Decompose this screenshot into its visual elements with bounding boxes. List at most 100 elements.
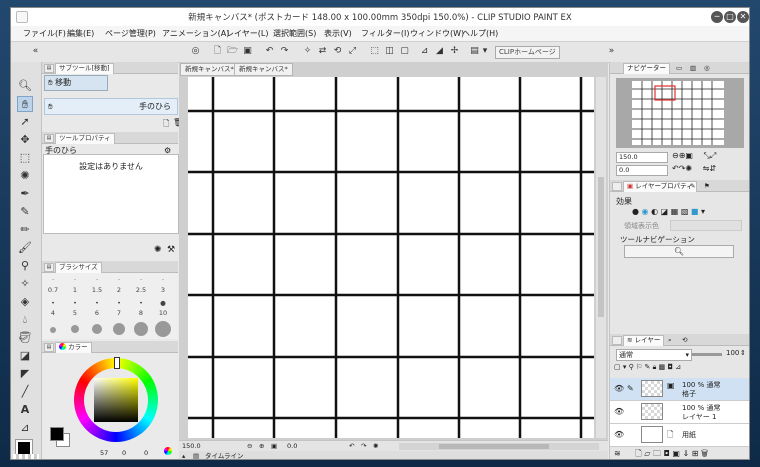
canvas-paper[interactable] [188, 77, 594, 438]
panel-pin-icon[interactable] [612, 336, 622, 345]
menu-file[interactable]: ファイル(F) [23, 28, 66, 39]
menu-page[interactable]: ページ管理(P) [105, 28, 156, 39]
chevron-down-icon[interactable]: ▾ [481, 45, 489, 58]
gradient-tool-icon[interactable]: ◪ [17, 348, 33, 364]
draft-icon[interactable]: ✎ [645, 363, 651, 371]
brush-dot[interactable]: • [43, 299, 63, 307]
color-wheel[interactable] [74, 357, 158, 442]
color-mode-icon[interactable] [164, 447, 172, 455]
clear-icon[interactable]: ✧ [301, 45, 314, 58]
brush-size-label[interactable]: 8 [131, 309, 151, 317]
transparent-swatch[interactable] [13, 454, 39, 459]
apply-mask-icon[interactable]: ▣ [672, 449, 680, 458]
clip-homepage-button[interactable]: CLIPホームページ [495, 46, 560, 59]
panel-pin-icon[interactable]: ▤ [44, 343, 54, 352]
panel-pin-icon[interactable]: ▤ [44, 134, 54, 143]
lock-transparent-icon[interactable]: ▩ [659, 363, 666, 371]
invert-selection-icon[interactable]: ◫ [383, 45, 396, 58]
color-effect-icon[interactable]: ■ [691, 207, 699, 216]
brush-dot[interactable]: · [43, 276, 63, 284]
brush-dot[interactable] [71, 325, 79, 333]
transform-icon[interactable]: ⇄ [316, 45, 329, 58]
tab-canvas-2[interactable]: 新規キャンバス* [234, 63, 293, 76]
eraser-tool-icon[interactable]: ◈ [17, 294, 33, 310]
decoration-tool-icon[interactable]: ✧ [17, 276, 33, 292]
add-subtool-icon[interactable]: 🗋 [163, 118, 169, 132]
tool-navigation-button[interactable]: 🔍︎ [624, 245, 734, 258]
grid-snap-icon[interactable]: ✢ [448, 45, 461, 58]
panel-pin-icon[interactable]: ▤ [44, 64, 54, 73]
redo-icon[interactable]: ↷ [278, 45, 291, 58]
open-folder-icon[interactable]: 🗁 [226, 45, 239, 58]
tab-layer[interactable]: ≋ レイヤー [623, 335, 665, 346]
sub-view-icon[interactable]: ▭ [676, 63, 682, 74]
layer-color-effect-icon[interactable]: ◉ [642, 207, 649, 216]
clipping-icon[interactable]: ⚲ [629, 363, 634, 371]
brush-dot[interactable]: · [131, 276, 151, 284]
minimize-button[interactable]: ─ [711, 11, 723, 23]
brush-dot[interactable] [50, 327, 56, 333]
menu-edit[interactable]: 編集(E) [67, 28, 94, 39]
scale-icon[interactable]: ⤢ [346, 45, 359, 58]
maximize-button[interactable]: □ [724, 11, 736, 23]
scroll-thumb[interactable] [439, 444, 549, 449]
brush-dot[interactable]: • [87, 299, 107, 307]
undo-icon[interactable]: ↶ [263, 45, 276, 58]
operation-tool-icon[interactable]: ➚ [17, 114, 33, 130]
reference-icon[interactable]: ⚐ [636, 363, 642, 371]
brush-size-label[interactable]: 3 [153, 286, 173, 294]
tab-layer-property[interactable]: ▣ レイヤープロパティ [623, 181, 697, 192]
navigator-preview[interactable] [616, 78, 744, 148]
extract-line-icon[interactable]: ▧ [681, 207, 689, 216]
menu-help[interactable]: ヘルプ(H) [462, 28, 498, 39]
layer-color-icon[interactable]: ▢ [614, 363, 621, 371]
wrench-icon[interactable]: ⚒ [167, 245, 175, 255]
new-file-icon[interactable]: 🗋 [211, 45, 224, 58]
brush-dot[interactable]: · [65, 276, 85, 284]
pencil-tool-icon[interactable]: ✏ [17, 222, 33, 238]
mask-icon[interactable]: ◘ [667, 363, 673, 371]
fill-tool-icon[interactable]: 🪣︎ [17, 330, 33, 346]
scroll-thumb[interactable] [598, 177, 604, 317]
tab-tool-property[interactable]: ツールプロパティ [55, 133, 115, 144]
info-icon[interactable]: ▥ [690, 63, 696, 74]
new-mask-icon[interactable]: ◘ [663, 449, 669, 458]
brush-dot[interactable]: · [87, 276, 107, 284]
new-vector-icon[interactable]: ▱ [644, 449, 650, 458]
eye-icon[interactable]: 👁︎ [614, 407, 624, 416]
search-icon[interactable]: ◎ [704, 63, 710, 74]
pen-tab-icon[interactable]: ✎ [690, 181, 695, 192]
brush-size-label[interactable]: 1.5 [87, 286, 107, 294]
balloon-tool-icon[interactable]: ⊿ [17, 420, 33, 436]
brush-size-label[interactable]: 5 [65, 309, 85, 317]
settings-icon[interactable]: ✺ [154, 245, 162, 255]
transfer-down-icon[interactable]: ⇓ [682, 449, 689, 458]
brush-tool-icon[interactable]: 🖌︎ [17, 240, 33, 256]
subtool-group-move[interactable]: ✋︎ 移動 [44, 75, 108, 91]
expand-selection-icon[interactable]: ▢ [398, 45, 411, 58]
brush-size-label[interactable]: 2 [109, 286, 129, 294]
selection-tool-icon[interactable]: ⬚ [17, 150, 33, 166]
panel-pin-icon[interactable] [612, 182, 622, 191]
subtool-item-hand[interactable]: ✋︎ 手のひら [44, 98, 178, 115]
brush-size-label[interactable]: 7 [109, 309, 129, 317]
fit-screen-icon[interactable]: ⤢ [710, 151, 716, 160]
save-icon[interactable]: ▣ [241, 45, 254, 58]
new-folder-icon[interactable]: 🗀 [653, 449, 661, 458]
mask-effect-icon[interactable]: ◪ [661, 207, 669, 216]
brush-dot[interactable]: • [65, 299, 85, 307]
flip-vertical-icon[interactable]: ⇵ [709, 164, 716, 173]
chevron-down-icon[interactable]: ▾ [623, 363, 627, 371]
layer-list-icon[interactable]: ≋ [614, 449, 621, 458]
menu-filter[interactable]: フィルター(I) [361, 28, 409, 39]
deselect-icon[interactable]: ⬚ [368, 45, 381, 58]
pattern-effect-icon[interactable]: ▦ [671, 207, 679, 216]
brush-size-label[interactable]: 4 [43, 309, 63, 317]
tab-navigator[interactable]: ナビゲーター [623, 63, 670, 74]
eye-icon[interactable]: 👁︎ [614, 384, 624, 393]
brush-dot[interactable]: · [109, 276, 129, 284]
history-tab-icon[interactable]: ⟲ [682, 335, 687, 346]
figure-tool-icon[interactable]: ◤ [17, 366, 33, 382]
border-effect-icon[interactable]: ● [632, 207, 639, 216]
brush-dot[interactable] [113, 323, 125, 335]
